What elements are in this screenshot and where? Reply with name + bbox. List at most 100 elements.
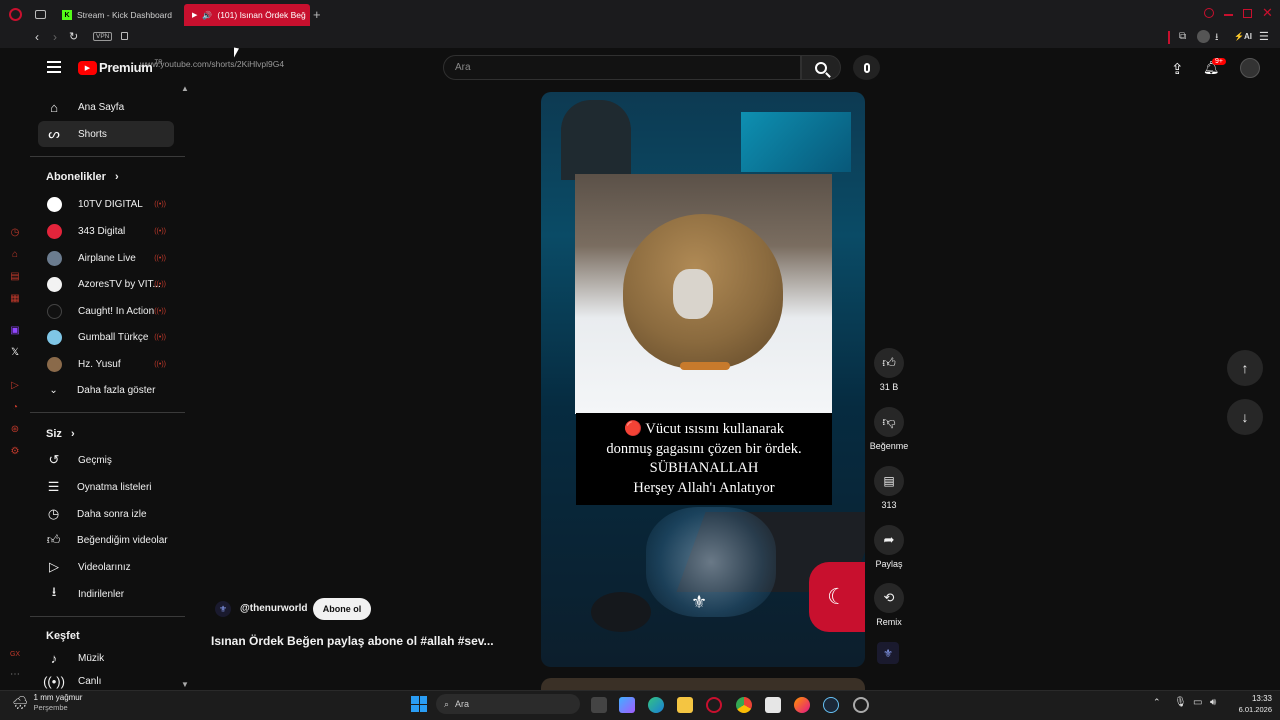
subscribe-button[interactable]: Abone ol <box>313 598 371 620</box>
sidebar-item-subscription[interactable]: Airplane Live ((•)) <box>38 245 174 271</box>
maximize-button[interactable] <box>1243 9 1252 18</box>
weather-widget[interactable]: 🌧︎ 1 mm yağmur Perşembe <box>12 693 82 713</box>
tab-youtube-short[interactable]: ▶ 🔊 (101) Isınan Ördek Beğ <box>184 4 310 26</box>
share-button[interactable]: ➦ <box>874 525 904 555</box>
sidebar-item-liked-videos[interactable]: 👍︎ Beğendiğim videolar <box>38 527 174 553</box>
search-input[interactable]: Ara <box>443 55 801 80</box>
tab-kick-dashboard[interactable]: K Stream - Kick Dashboard <box>54 4 182 26</box>
scroll-up-arrow-icon[interactable]: ▲ <box>181 84 189 93</box>
app-icon[interactable] <box>853 697 869 713</box>
opera-taskbar-icon[interactable] <box>706 697 722 713</box>
speaker-icon[interactable]: 🔊 <box>202 10 212 20</box>
store-icon[interactable] <box>765 697 781 713</box>
sidebar-item-subscription[interactable]: AzoresTV by VIT... ((•)) <box>38 271 174 297</box>
media-icon[interactable]: ▷ <box>9 379 21 391</box>
dislike-button[interactable]: 👎︎ <box>874 407 904 437</box>
dislike-label: Beğenme <box>869 441 909 451</box>
sidebar-item-subscription[interactable]: Caught! In Action ((•)) <box>38 298 174 324</box>
notifications-button[interactable]: 🔔︎ 9+ <box>1203 58 1226 76</box>
more-strip-icon[interactable]: ⋯ <box>9 668 21 680</box>
clock[interactable]: 13:33 6.01.2026 <box>1228 693 1272 715</box>
sidebar-item-label: İndirilenler <box>78 588 125 600</box>
scroll-down-arrow-icon[interactable]: ▼ <box>181 680 189 689</box>
chevron-down-icon: ⌄ <box>49 384 58 396</box>
sidebar-item-subscription[interactable]: 343 Digital ((•)) <box>38 218 174 244</box>
next-short-preview[interactable] <box>541 678 865 690</box>
twitch-icon[interactable]: ▣ <box>9 324 21 336</box>
task-view-icon[interactable] <box>591 697 607 713</box>
back-button[interactable]: ‹ <box>35 30 39 44</box>
you-heading[interactable]: Siz › <box>46 428 75 440</box>
chrome-icon[interactable] <box>736 697 752 713</box>
profile-avatar-small[interactable] <box>1197 30 1210 43</box>
show-more-button[interactable]: ⌄ Daha fazla göster <box>38 377 174 403</box>
opera-logo-icon[interactable] <box>9 8 22 21</box>
pinboard-icon[interactable]: ▤ <box>9 270 21 282</box>
sidebar-item-shorts[interactable]: ᔕ Shorts <box>38 121 174 147</box>
like-action[interactable]: 👍︎ 31 B <box>872 348 906 392</box>
share-action[interactable]: ➦ Paylaş <box>872 525 906 569</box>
sidebar-item-music[interactable]: ♪ Müzik <box>38 645 174 671</box>
sound-channel-thumbnail[interactable]: ⚜ <box>877 642 899 664</box>
comments-button[interactable]: ▤ <box>874 466 904 496</box>
speed-dial-icon[interactable]: ◷ <box>9 226 21 238</box>
forward-button[interactable]: › <box>53 30 57 44</box>
flow-icon[interactable]: ⊛ <box>9 423 21 435</box>
browser-menu-icon[interactable]: ☰ <box>1259 30 1269 43</box>
reload-button[interactable]: ↻ <box>69 30 78 43</box>
comment-action[interactable]: ▤ 313 <box>872 466 906 510</box>
aria-ai-button[interactable]: ⚡AI <box>1234 32 1252 41</box>
remix-button[interactable]: ⟲ <box>874 583 904 613</box>
file-explorer-icon[interactable] <box>677 697 693 713</box>
taskbar-search[interactable]: ⌕ Ara <box>436 694 580 714</box>
sidebar-item-watch-later[interactable]: ◷ Daha sonra izle <box>38 501 174 527</box>
display-tray-icon[interactable]: ▭ <box>1193 697 1202 708</box>
search-tabs-icon[interactable] <box>1204 8 1214 18</box>
account-avatar[interactable] <box>1240 58 1260 78</box>
sidebar-item-subscription[interactable]: Gumball Türkçe ((•)) <box>38 324 174 350</box>
start-button[interactable] <box>411 696 427 712</box>
minimize-button[interactable] <box>1224 14 1233 16</box>
sidebar-item-live[interactable]: ((•)) Canlı <box>38 672 174 690</box>
close-window-button[interactable]: ✕ <box>1262 5 1273 21</box>
voice-search-button[interactable] <box>853 55 880 80</box>
player-icon[interactable]: ▦ <box>9 292 21 304</box>
sidebar-item-subscription[interactable]: Hz. Yusuf ((•)) <box>38 351 174 377</box>
settings-strip-icon[interactable]: ⚙ <box>9 445 21 457</box>
sidebar-item-subscription[interactable]: 10TV DIGITAL ((•)) <box>38 191 174 217</box>
sidebar-item-downloads[interactable]: ⭳ İndirilenler <box>38 581 174 607</box>
sidebar-item-home[interactable]: ⌂ Ana Sayfa <box>38 94 174 120</box>
short-video-player[interactable]: 🔴 Vücut ısısını kullanarak donmuş gagası… <box>541 92 865 667</box>
vpn-badge[interactable]: VPN <box>93 32 113 41</box>
mic-tray-icon[interactable]: 🎙︎ <box>1174 697 1187 708</box>
dislike-action[interactable]: 👎︎ Beğenme <box>866 407 912 451</box>
rain-cloud-icon: 🌧︎ <box>12 695 29 710</box>
steam-icon[interactable] <box>823 697 839 713</box>
next-short-button[interactable]: ↓ <box>1227 399 1263 435</box>
volume-icon[interactable]: 🔊︎ <box>1210 697 1216 708</box>
x-twitter-icon[interactable]: 𝕏 <box>9 346 21 358</box>
workspaces-icon[interactable] <box>35 10 46 19</box>
downloads-icon[interactable]: ⭳ <box>1215 30 1219 47</box>
gx-icon[interactable]: GX <box>9 648 21 660</box>
short-title[interactable]: Isınan Ördek Beğen paylaş abone ol #alla… <box>211 634 494 648</box>
channel-avatar-small[interactable]: ⚜ <box>215 601 231 617</box>
firefox-icon[interactable] <box>794 697 810 713</box>
channel-handle[interactable]: @thenurworld <box>240 603 308 614</box>
subscriptions-heading[interactable]: Abonelikler › <box>46 171 119 183</box>
new-tab-button[interactable]: + <box>313 7 321 22</box>
like-button[interactable]: 👍︎ <box>874 348 904 378</box>
extensions-icon[interactable]: ⧉ <box>1179 31 1186 42</box>
wallet-icon[interactable]: ⌂ <box>9 248 21 260</box>
sidebar-item-playlists[interactable]: ☰ Oynatma listeleri <box>38 474 174 500</box>
copilot-icon[interactable] <box>619 697 635 713</box>
remix-action[interactable]: ⟲ Remix <box>872 583 906 627</box>
create-button[interactable]: ⇪ <box>1171 60 1184 78</box>
previous-short-button[interactable]: ↑ <box>1227 350 1263 386</box>
history-strip-icon[interactable]: ◔ <box>9 401 21 413</box>
tray-overflow-icon[interactable]: ⌃ <box>1153 697 1161 708</box>
sidebar-item-your-videos[interactable]: ▷ Videolarınız <box>38 554 174 580</box>
sidebar-item-history[interactable]: ↺ Geçmiş <box>38 447 174 473</box>
edge-icon[interactable] <box>648 697 664 713</box>
search-button[interactable] <box>801 55 841 80</box>
